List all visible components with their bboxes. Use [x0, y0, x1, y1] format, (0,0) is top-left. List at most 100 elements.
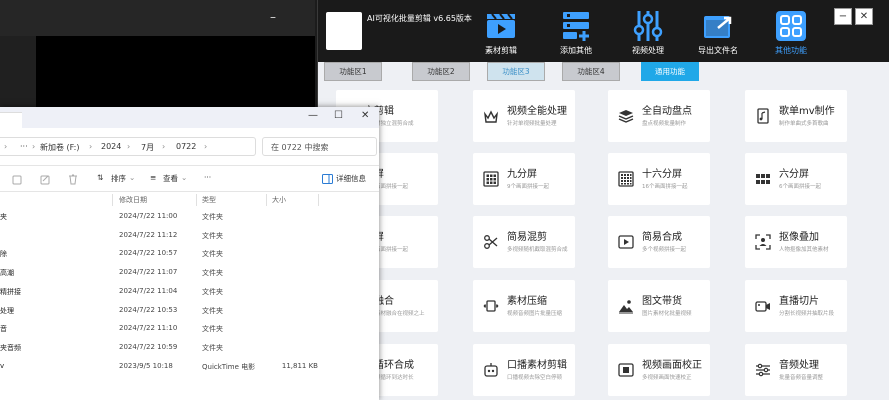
view-button[interactable]: 查看	[163, 173, 178, 184]
file-date: 2024/7/22 11:10	[119, 324, 178, 332]
address-bar[interactable]: › ··· › 新加卷 (F:) › 2024 › 7月 › 0722 ›	[0, 137, 256, 156]
card-video-all-process[interactable]: 视频全能处理 针对单视频批量处理	[473, 90, 575, 142]
file-date: 2024/7/22 10:57	[119, 249, 178, 257]
table-row[interactable]: 处理 2024/7/22 10:53 文件夹	[0, 302, 379, 321]
breadcrumb-july[interactable]: 7月	[141, 142, 154, 153]
search-input[interactable]: 在 0722 中搜索	[262, 137, 377, 156]
layers-icon	[618, 110, 634, 123]
card-simple-merge[interactable]: 简易合成 多个视频拼接一起	[608, 216, 710, 268]
breadcrumb-0722[interactable]: 0722	[176, 142, 196, 151]
close-button[interactable]: ✕	[855, 8, 873, 25]
tab-area-3[interactable]: 功能区3	[487, 62, 545, 81]
chevron-right-icon: ›	[4, 142, 8, 151]
details-button[interactable]: 详细信息	[336, 173, 366, 184]
chevron-right-icon: ›	[127, 142, 131, 151]
background-window: –	[0, 0, 315, 110]
file-name: 除	[0, 250, 7, 258]
tool-export-filename[interactable]: 导出文件名	[683, 10, 753, 56]
export-folder-icon	[704, 16, 732, 38]
grid-six-icon	[756, 174, 770, 184]
card-title: 简易混剪	[507, 232, 547, 243]
card-subtitle: 6个画面拼接一起	[779, 184, 821, 190]
minimize-button[interactable]: −	[834, 8, 852, 25]
card-six-split[interactable]: 六分屏 6个画面拼接一起	[745, 153, 847, 205]
minimize-button[interactable]: –	[266, 11, 280, 26]
sort-button[interactable]: 排序	[111, 173, 126, 184]
file-type: 文件夹	[202, 325, 223, 333]
card-playlist-mv[interactable]: 歌单mv制作 制作单曲式多首歌曲	[745, 90, 847, 142]
file-type: 文件夹	[202, 344, 223, 352]
tool-video-process[interactable]: 视频处理	[613, 10, 683, 56]
column-divider	[196, 194, 197, 206]
app-toolbar: AI可视化批量剪辑 v6.65版本 素材剪辑 添加其他 视频处理 导出文件名 其…	[318, 0, 889, 62]
table-row[interactable]: 2024/7/22 11:12 文件夹	[0, 227, 379, 246]
app-title: AI可视化批量剪辑 v6.65版本	[367, 14, 472, 23]
explorer-tab[interactable]	[0, 112, 22, 128]
table-row[interactable]: 夹音频 2024/7/22 10:59 文件夹	[0, 339, 379, 358]
sort-icon: ⇅	[97, 173, 104, 182]
table-row[interactable]: 夹 2024/7/22 11:00 文件夹	[0, 208, 379, 227]
robot-icon	[484, 363, 498, 377]
more-options-button[interactable]: ···	[204, 173, 211, 182]
tab-area-2[interactable]: 功能区2	[412, 62, 470, 81]
file-name: v	[0, 362, 5, 370]
card-simple-mix[interactable]: 简易混剪 多视频随机截取混剪合成	[473, 216, 575, 268]
column-date[interactable]: 修改日期	[119, 195, 147, 205]
table-row[interactable]: 高潮 2024/7/22 11:07 文件夹	[0, 264, 379, 283]
table-row[interactable]: v 2023/9/5 10:18 QuickTime 电影 11,811 KB	[0, 358, 379, 377]
explorer-titlebar: — ☐ ✕	[0, 107, 379, 128]
file-type: 文件夹	[202, 269, 223, 277]
card-material-compress[interactable]: 素材压缩 视频音频图片批量压缩	[473, 280, 575, 332]
card-voiceover-edit[interactable]: 口播素材剪辑 口播视频去除空白停顿	[473, 344, 575, 396]
close-button[interactable]: ✕	[361, 110, 369, 121]
table-row[interactable]: 音 2024/7/22 11:10 文件夹	[0, 320, 379, 339]
file-date: 2024/7/22 11:04	[119, 287, 178, 295]
chevron-right-icon: ›	[89, 142, 93, 151]
file-date: 2024/7/22 11:00	[119, 212, 178, 220]
card-audio-process[interactable]: 音频处理 批量音频音量调整	[745, 344, 847, 396]
equalizer-icon	[756, 363, 770, 377]
card-matting-overlay[interactable]: 抠像叠加 人物抠像加其他素材	[745, 216, 847, 268]
card-auto-inventory[interactable]: 全自动盘点 盘点视频批量制作	[608, 90, 710, 142]
card-subtitle: 分割长视频并抽取片段	[779, 311, 835, 317]
file-date: 2024/7/22 11:07	[119, 268, 178, 276]
table-row[interactable]: 除 2024/7/22 10:57 文件夹	[0, 245, 379, 264]
file-type: 文件夹	[202, 250, 223, 258]
rename-icon[interactable]	[40, 174, 51, 185]
breadcrumb-2024[interactable]: 2024	[101, 142, 121, 151]
card-nine-split[interactable]: 九分屏 9个画面拼接一起	[473, 153, 575, 205]
tool-material-edit[interactable]: 素材剪辑	[466, 10, 536, 56]
card-title: 图文带货	[642, 296, 682, 307]
card-live-clip[interactable]: 直播切片 分割长视频并抽取片段	[745, 280, 847, 332]
tool-other-functions[interactable]: 其他功能	[756, 10, 826, 56]
delete-icon[interactable]	[68, 174, 78, 185]
tab-area-4[interactable]: 功能区4	[562, 62, 620, 81]
card-title: 视频画面校正	[642, 360, 702, 371]
tab-general-functions[interactable]: 通用功能	[641, 62, 699, 81]
more-path-button[interactable]: ···	[20, 142, 28, 151]
column-size[interactable]: 大小	[272, 195, 286, 205]
person-scan-icon	[755, 234, 771, 250]
card-subtitle: 人物抠像加其他素材	[779, 247, 829, 253]
tab-area-1[interactable]: 功能区1	[324, 62, 382, 81]
music-doc-icon	[757, 108, 769, 124]
minimize-button[interactable]: —	[308, 110, 318, 121]
card-sixteen-split[interactable]: 十六分屏 16个画面拼接一起	[608, 153, 710, 205]
background-window-content	[36, 36, 315, 110]
breadcrumb-drive[interactable]: 新加卷 (F:)	[40, 142, 79, 153]
file-type: QuickTime 电影	[202, 363, 256, 371]
share-icon[interactable]	[12, 174, 23, 185]
column-type[interactable]: 类型	[202, 195, 216, 205]
card-subtitle: 针对单视频批量处理	[507, 121, 557, 127]
column-divider	[318, 194, 319, 206]
table-row[interactable]: 精拼接 2024/7/22 11:04 文件夹	[0, 283, 379, 302]
app-logo	[326, 12, 362, 50]
chevron-right-icon: ›	[204, 142, 208, 151]
card-image-text-sales[interactable]: 图文带货 图片素材化批量视频	[608, 280, 710, 332]
maximize-button[interactable]: ☐	[334, 110, 343, 121]
view-icon: ≡	[150, 173, 157, 182]
tool-label: 视频处理	[632, 46, 664, 55]
card-frame-correction[interactable]: 视频画面校正 多视频画面快速校正	[608, 344, 710, 396]
chevron-right-icon: ›	[162, 142, 166, 151]
tool-add-other[interactable]: 添加其他	[541, 10, 611, 56]
